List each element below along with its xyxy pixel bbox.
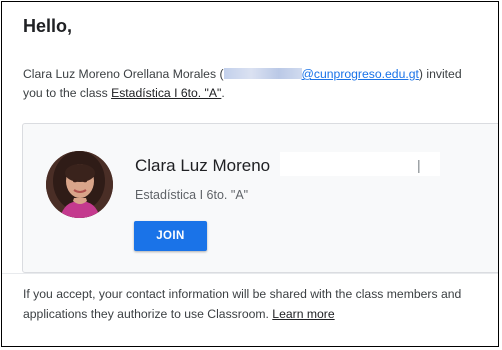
email-redacted-blur (223, 68, 302, 79)
invite-line2: you to the class (23, 86, 112, 100)
privacy-notice-text: If you accept, your contact information … (23, 287, 462, 321)
email-body: Hello, Clara Luz Moreno Orellana Morales… (1, 1, 499, 347)
class-link[interactable]: Estadística I 6to. "A" (111, 86, 221, 100)
invite-period: . (221, 86, 225, 100)
class-invite-card: Clara Luz Moreno | Estadística I 6to. "A… (22, 123, 498, 273)
join-button[interactable]: JOIN (134, 221, 207, 251)
divider (2, 273, 498, 274)
learn-more-link[interactable]: Learn more (272, 307, 334, 321)
invited-text: ) invited (418, 67, 462, 81)
privacy-notice: If you accept, your contact information … (23, 284, 493, 324)
teacher-name: Clara Luz Moreno (135, 156, 271, 175)
invite-message: Clara Luz Moreno Orellana Morales ( @cunp… (23, 65, 493, 103)
teacher-photo-icon (46, 151, 113, 218)
sender-email-domain: @cunprogreso.edu.gt (301, 67, 419, 81)
avatar (46, 151, 113, 218)
redaction-edge-mark: | (417, 157, 421, 173)
sender-email-link[interactable]: @cunprogreso.edu.gt (223, 67, 419, 81)
open-paren: ( (216, 67, 224, 81)
sender-name: Clara Luz Moreno Orellana Morales (23, 67, 217, 81)
class-name: Estadística I 6to. "A" (135, 188, 249, 202)
redaction-box (280, 152, 440, 176)
greeting-heading: Hello, (23, 16, 73, 36)
